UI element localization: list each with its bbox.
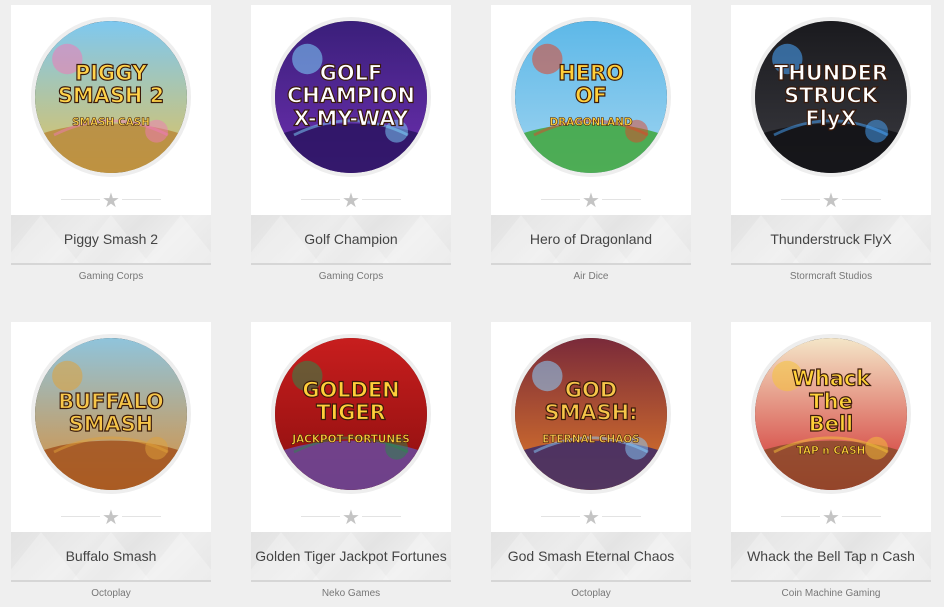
game-title-bar[interactable]: Golden Tiger Jackpot Fortunes bbox=[251, 532, 451, 582]
game-provider: Octoplay bbox=[571, 588, 611, 599]
game-title[interactable]: Hero of Dragonland bbox=[530, 231, 652, 247]
favorite-star-icon[interactable]: ★ bbox=[340, 190, 362, 210]
game-logo-line: SMASH 2 bbox=[58, 84, 164, 108]
game-title[interactable]: Buffalo Smash bbox=[66, 548, 157, 564]
game-title-bar[interactable]: Whack the Bell Tap n Cash bbox=[731, 532, 931, 582]
game-title-bar[interactable]: God Smash Eternal Chaos bbox=[491, 532, 691, 582]
game-thumbnail[interactable]: BUFFALO SMASH bbox=[31, 334, 191, 494]
game-logo-line: ETERNAL CHAOS bbox=[542, 434, 639, 446]
game-provider: Air Dice bbox=[573, 271, 609, 282]
game-card[interactable]: PIGGY SMASH 2 SMASH CASH ★ Piggy Smash 2 Gami… bbox=[11, 5, 211, 282]
game-card[interactable]: Whack The Bell TAP n CASH ★ Whack the Bell Ta… bbox=[731, 322, 931, 599]
game-logo-line: PIGGY bbox=[75, 61, 148, 85]
game-logo-line: FlyX bbox=[805, 107, 856, 131]
game-thumbnail[interactable]: HERO OF DRAGONLAND bbox=[511, 17, 671, 177]
game-title-bar[interactable]: Golf Champion bbox=[251, 215, 451, 265]
game-logo-line: THUNDER bbox=[774, 61, 888, 85]
game-logo-line: BUFFALO bbox=[58, 389, 164, 413]
game-logo-line: Whack bbox=[792, 367, 871, 391]
game-title[interactable]: Thunderstruck FlyX bbox=[770, 231, 891, 247]
game-title[interactable]: God Smash Eternal Chaos bbox=[508, 548, 675, 564]
favorite-star-icon[interactable]: ★ bbox=[820, 507, 842, 527]
game-logo-line: X-MY-WAY bbox=[293, 107, 409, 131]
game-provider: Gaming Corps bbox=[318, 271, 384, 282]
game-title-bar[interactable]: Thunderstruck FlyX bbox=[731, 215, 931, 265]
game-card-body[interactable]: PIGGY SMASH 2 SMASH CASH ★ bbox=[11, 5, 211, 215]
game-card[interactable]: GOLF CHAMPION X-MY-WAY ★ Golf Champion Gaming… bbox=[251, 5, 451, 282]
game-logo-line: DRAGONLAND bbox=[549, 117, 632, 129]
game-card[interactable]: THUNDER STRUCK FlyX ★ Thunderstruck FlyX Stor… bbox=[731, 5, 931, 282]
game-title-bar[interactable]: Hero of Dragonland bbox=[491, 215, 691, 265]
game-artwork: WhackTheBell TAP n CASH bbox=[755, 338, 907, 490]
game-title[interactable]: Golf Champion bbox=[304, 231, 397, 247]
game-logo-line: JACKPOT FORTUNES bbox=[291, 434, 410, 446]
game-title-bar[interactable]: Buffalo Smash bbox=[11, 532, 211, 582]
game-logo-line: Bell bbox=[809, 412, 853, 436]
game-logo-line: GOLDEN bbox=[302, 378, 399, 402]
game-title[interactable]: Piggy Smash 2 bbox=[64, 231, 158, 247]
game-artwork: GODSMASH: ETERNAL CHAOS bbox=[515, 338, 667, 490]
game-card-body[interactable]: GOLDEN TIGER JACKPOT FORTUNES ★ bbox=[251, 322, 451, 532]
game-provider: Octoplay bbox=[91, 588, 131, 599]
game-artwork: GOLFCHAMPIONX-MY-WAY bbox=[275, 21, 427, 173]
game-logo-line: GOLF bbox=[320, 61, 383, 85]
game-thumbnail[interactable]: PIGGY SMASH 2 SMASH CASH bbox=[31, 17, 191, 177]
game-provider: Coin Machine Gaming bbox=[781, 588, 881, 599]
game-provider: Gaming Corps bbox=[78, 271, 144, 282]
game-logo-line: SMASH: bbox=[545, 401, 638, 425]
game-artwork: BUFFALOSMASH bbox=[35, 338, 187, 490]
game-thumbnail[interactable]: THUNDER STRUCK FlyX bbox=[751, 17, 911, 177]
game-artwork: HEROOF DRAGONLAND bbox=[515, 21, 667, 173]
game-logo-line: GOD bbox=[565, 378, 617, 402]
game-card-body[interactable]: HERO OF DRAGONLAND ★ bbox=[491, 5, 691, 215]
game-card-body[interactable]: GOLF CHAMPION X-MY-WAY ★ bbox=[251, 5, 451, 215]
game-provider: Neko Games bbox=[321, 588, 381, 599]
game-logo-line: TAP n CASH bbox=[797, 445, 866, 457]
game-artwork: PIGGYSMASH 2 SMASH CASH bbox=[35, 21, 187, 173]
game-logo-line: STRUCK bbox=[784, 84, 879, 108]
game-card-body[interactable]: GOD SMASH: ETERNAL CHAOS ★ bbox=[491, 322, 691, 532]
favorite-star-icon[interactable]: ★ bbox=[340, 507, 362, 527]
game-logo-line: HERO bbox=[558, 61, 624, 85]
game-artwork: THUNDERSTRUCKFlyX bbox=[755, 21, 907, 173]
game-title[interactable]: Whack the Bell Tap n Cash bbox=[747, 548, 915, 564]
game-thumbnail[interactable]: Whack The Bell TAP n CASH bbox=[751, 334, 911, 494]
favorite-star-icon[interactable]: ★ bbox=[100, 190, 122, 210]
game-thumbnail[interactable]: GOLF CHAMPION X-MY-WAY bbox=[271, 17, 431, 177]
game-logo-line: TIGER bbox=[316, 401, 386, 425]
game-logo-line: The bbox=[809, 389, 852, 413]
game-card[interactable]: GOD SMASH: ETERNAL CHAOS ★ God Smash Eternal… bbox=[491, 322, 691, 599]
favorite-star-icon[interactable]: ★ bbox=[580, 190, 602, 210]
game-card-body[interactable]: BUFFALO SMASH ★ bbox=[11, 322, 211, 532]
game-logo-line: OF bbox=[575, 84, 607, 108]
game-card[interactable]: HERO OF DRAGONLAND ★ Hero of Dragonland Air D… bbox=[491, 5, 691, 282]
game-card[interactable]: GOLDEN TIGER JACKPOT FORTUNES ★ Golden Tiger… bbox=[251, 322, 451, 599]
game-thumbnail[interactable]: GOD SMASH: ETERNAL CHAOS bbox=[511, 334, 671, 494]
game-title[interactable]: Golden Tiger Jackpot Fortunes bbox=[255, 548, 446, 564]
game-logo-line: SMASH CASH bbox=[72, 117, 150, 129]
game-card[interactable]: BUFFALO SMASH ★ Buffalo Smash Octoplay bbox=[11, 322, 211, 599]
favorite-star-icon[interactable]: ★ bbox=[820, 190, 842, 210]
favorite-star-icon[interactable]: ★ bbox=[580, 507, 602, 527]
game-provider: Stormcraft Studios bbox=[789, 271, 873, 282]
favorite-star-icon[interactable]: ★ bbox=[100, 507, 122, 527]
game-artwork: GOLDENTIGER JACKPOT FORTUNES bbox=[275, 338, 427, 490]
game-title-bar[interactable]: Piggy Smash 2 bbox=[11, 215, 211, 265]
game-logo-line: CHAMPION bbox=[287, 84, 415, 108]
game-card-body[interactable]: Whack The Bell TAP n CASH ★ bbox=[731, 322, 931, 532]
game-grid: PIGGY SMASH 2 SMASH CASH ★ Piggy Smash 2 Gami… bbox=[0, 0, 944, 607]
game-thumbnail[interactable]: GOLDEN TIGER JACKPOT FORTUNES bbox=[271, 334, 431, 494]
game-logo-line: SMASH bbox=[69, 412, 154, 436]
game-card-body[interactable]: THUNDER STRUCK FlyX ★ bbox=[731, 5, 931, 215]
